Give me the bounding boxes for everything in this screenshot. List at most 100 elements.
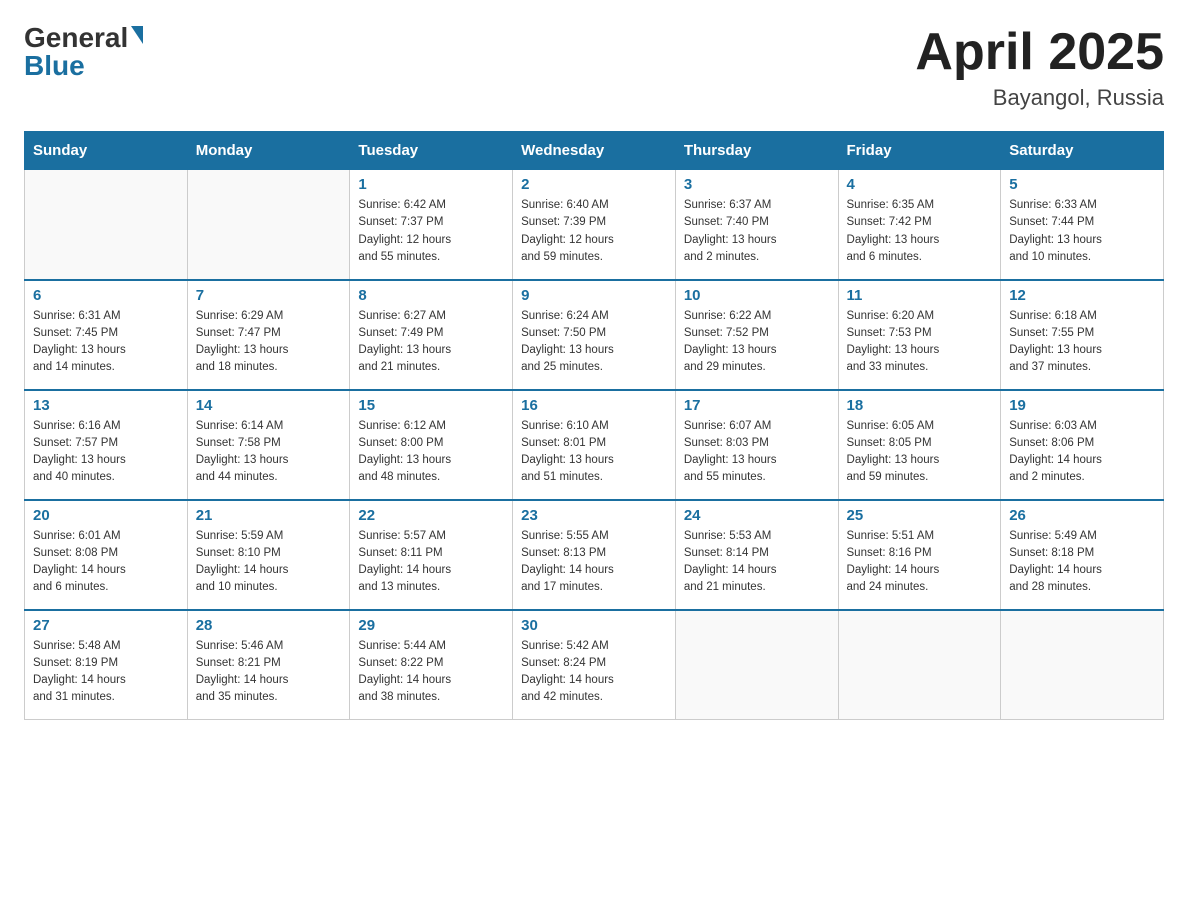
- day-number: 19: [1009, 397, 1155, 414]
- day-number: 12: [1009, 287, 1155, 304]
- calendar-cell: 8 Sunrise: 6:27 AM Sunset: 7:49 PM Daylig…: [350, 280, 513, 390]
- weekday-header-wednesday: Wednesday: [513, 132, 676, 170]
- calendar-cell: 27 Sunrise: 5:48 AM Sunset: 8:19 PM Dayli…: [25, 610, 188, 720]
- calendar-cell: 7 Sunrise: 6:29 AM Sunset: 7:47 PM Daylig…: [187, 280, 350, 390]
- day-number: 1: [358, 176, 504, 193]
- calendar-cell: 2 Sunrise: 6:40 AM Sunset: 7:39 PM Daylig…: [513, 170, 676, 280]
- day-number: 18: [847, 397, 993, 414]
- calendar-cell: [187, 170, 350, 280]
- day-info: Sunrise: 6:37 AM Sunset: 7:40 PM Dayligh…: [684, 197, 830, 266]
- calendar-cell: 25Sunrise: 5:51 AM Sunset: 8:16 PM Dayli…: [838, 500, 1001, 610]
- day-info: Sunrise: 6:42 AM Sunset: 7:37 PM Dayligh…: [358, 197, 504, 266]
- calendar-cell: 3Sunrise: 6:37 AM Sunset: 7:40 PM Daylig…: [675, 170, 838, 280]
- calendar-cell: 17 Sunrise: 6:07 AM Sunset: 8:03 PM Dayli…: [675, 390, 838, 500]
- calendar-cell: 28 Sunrise: 5:46 AM Sunset: 8:21 PM Dayli…: [187, 610, 350, 720]
- day-info: Sunrise: 6:40 AM Sunset: 7:39 PM Dayligh…: [521, 197, 667, 266]
- location-title: Bayangol, Russia: [915, 85, 1164, 111]
- day-number: 4: [847, 176, 993, 193]
- day-number: 14: [196, 397, 342, 414]
- day-info: Sunrise: 6:31 AM Sunset: 7:45 PM Dayligh…: [33, 308, 179, 377]
- day-number: 26: [1009, 507, 1155, 524]
- calendar-cell: [838, 610, 1001, 720]
- day-number: 20: [33, 507, 179, 524]
- calendar-cell: 18 Sunrise: 6:05 AM Sunset: 8:05 PM Dayli…: [838, 390, 1001, 500]
- calendar-cell: 5 Sunrise: 6:33 AM Sunset: 7:44 PM Daylig…: [1001, 170, 1164, 280]
- day-number: 25: [847, 507, 993, 524]
- day-info: Sunrise: 6:03 AM Sunset: 8:06 PM Dayligh…: [1009, 418, 1155, 487]
- calendar-cell: 22Sunrise: 5:57 AM Sunset: 8:11 PM Dayli…: [350, 500, 513, 610]
- day-number: 2: [521, 176, 667, 193]
- logo-blue-text: Blue: [24, 52, 85, 80]
- day-info: Sunrise: 6:10 AM Sunset: 8:01 PM Dayligh…: [521, 418, 667, 487]
- calendar-week-row: 20 Sunrise: 6:01 AM Sunset: 8:08 PM Dayli…: [25, 500, 1164, 610]
- day-info: Sunrise: 6:01 AM Sunset: 8:08 PM Dayligh…: [33, 528, 179, 597]
- day-info: Sunrise: 6:14 AM Sunset: 7:58 PM Dayligh…: [196, 418, 342, 487]
- day-info: Sunrise: 5:59 AM Sunset: 8:10 PM Dayligh…: [196, 528, 342, 597]
- logo: General Blue: [24, 24, 143, 80]
- weekday-header-monday: Monday: [187, 132, 350, 170]
- calendar-week-row: 27 Sunrise: 5:48 AM Sunset: 8:19 PM Dayli…: [25, 610, 1164, 720]
- calendar-cell: 11Sunrise: 6:20 AM Sunset: 7:53 PM Dayli…: [838, 280, 1001, 390]
- day-info: Sunrise: 5:48 AM Sunset: 8:19 PM Dayligh…: [33, 638, 179, 707]
- day-info: Sunrise: 6:27 AM Sunset: 7:49 PM Dayligh…: [358, 308, 504, 377]
- logo-general-text: General: [24, 24, 128, 52]
- day-info: Sunrise: 6:33 AM Sunset: 7:44 PM Dayligh…: [1009, 197, 1155, 266]
- calendar-cell: 19 Sunrise: 6:03 AM Sunset: 8:06 PM Dayli…: [1001, 390, 1164, 500]
- day-number: 21: [196, 507, 342, 524]
- calendar-cell: 9Sunrise: 6:24 AM Sunset: 7:50 PM Daylig…: [513, 280, 676, 390]
- calendar-week-row: 13Sunrise: 6:16 AM Sunset: 7:57 PM Dayli…: [25, 390, 1164, 500]
- calendar-cell: 10Sunrise: 6:22 AM Sunset: 7:52 PM Dayli…: [675, 280, 838, 390]
- month-title: April 2025: [915, 24, 1164, 81]
- day-number: 11: [847, 287, 993, 304]
- calendar-cell: 29Sunrise: 5:44 AM Sunset: 8:22 PM Dayli…: [350, 610, 513, 720]
- day-info: Sunrise: 6:12 AM Sunset: 8:00 PM Dayligh…: [358, 418, 504, 487]
- day-number: 5: [1009, 176, 1155, 193]
- day-number: 16: [521, 397, 667, 414]
- day-info: Sunrise: 6:16 AM Sunset: 7:57 PM Dayligh…: [33, 418, 179, 487]
- day-number: 10: [684, 287, 830, 304]
- day-info: Sunrise: 6:24 AM Sunset: 7:50 PM Dayligh…: [521, 308, 667, 377]
- day-number: 17: [684, 397, 830, 414]
- day-number: 22: [358, 507, 504, 524]
- calendar-cell: 21 Sunrise: 5:59 AM Sunset: 8:10 PM Dayli…: [187, 500, 350, 610]
- day-info: Sunrise: 6:05 AM Sunset: 8:05 PM Dayligh…: [847, 418, 993, 487]
- calendar-cell: 4Sunrise: 6:35 AM Sunset: 7:42 PM Daylig…: [838, 170, 1001, 280]
- day-info: Sunrise: 5:46 AM Sunset: 8:21 PM Dayligh…: [196, 638, 342, 707]
- day-number: 6: [33, 287, 179, 304]
- calendar-week-row: 1 Sunrise: 6:42 AM Sunset: 7:37 PM Daylig…: [25, 170, 1164, 280]
- calendar-cell: 23Sunrise: 5:55 AM Sunset: 8:13 PM Dayli…: [513, 500, 676, 610]
- day-number: 30: [521, 617, 667, 634]
- page-header: General Blue April 2025 Bayangol, Russia: [24, 24, 1164, 111]
- calendar-cell: 20 Sunrise: 6:01 AM Sunset: 8:08 PM Dayli…: [25, 500, 188, 610]
- calendar-cell: 30Sunrise: 5:42 AM Sunset: 8:24 PM Dayli…: [513, 610, 676, 720]
- calendar-cell: 13Sunrise: 6:16 AM Sunset: 7:57 PM Dayli…: [25, 390, 188, 500]
- calendar-cell: 1 Sunrise: 6:42 AM Sunset: 7:37 PM Daylig…: [350, 170, 513, 280]
- title-block: April 2025 Bayangol, Russia: [915, 24, 1164, 111]
- day-info: Sunrise: 5:49 AM Sunset: 8:18 PM Dayligh…: [1009, 528, 1155, 597]
- weekday-header-saturday: Saturday: [1001, 132, 1164, 170]
- calendar-cell: 24 Sunrise: 5:53 AM Sunset: 8:14 PM Dayli…: [675, 500, 838, 610]
- day-number: 27: [33, 617, 179, 634]
- calendar-cell: 16 Sunrise: 6:10 AM Sunset: 8:01 PM Dayli…: [513, 390, 676, 500]
- calendar-cell: 12 Sunrise: 6:18 AM Sunset: 7:55 PM Dayli…: [1001, 280, 1164, 390]
- day-number: 23: [521, 507, 667, 524]
- day-number: 15: [358, 397, 504, 414]
- calendar-cell: 15 Sunrise: 6:12 AM Sunset: 8:00 PM Dayli…: [350, 390, 513, 500]
- weekday-header-sunday: Sunday: [25, 132, 188, 170]
- day-number: 7: [196, 287, 342, 304]
- weekday-header-thursday: Thursday: [675, 132, 838, 170]
- day-info: Sunrise: 5:53 AM Sunset: 8:14 PM Dayligh…: [684, 528, 830, 597]
- day-number: 8: [358, 287, 504, 304]
- calendar-header-row: SundayMondayTuesdayWednesdayThursdayFrid…: [25, 132, 1164, 170]
- calendar-cell: [675, 610, 838, 720]
- day-number: 24: [684, 507, 830, 524]
- calendar-cell: 14 Sunrise: 6:14 AM Sunset: 7:58 PM Dayli…: [187, 390, 350, 500]
- day-number: 28: [196, 617, 342, 634]
- calendar-table: SundayMondayTuesdayWednesdayThursdayFrid…: [24, 131, 1164, 720]
- calendar-cell: 26 Sunrise: 5:49 AM Sunset: 8:18 PM Dayli…: [1001, 500, 1164, 610]
- day-info: Sunrise: 6:18 AM Sunset: 7:55 PM Dayligh…: [1009, 308, 1155, 377]
- weekday-header-tuesday: Tuesday: [350, 132, 513, 170]
- day-info: Sunrise: 6:29 AM Sunset: 7:47 PM Dayligh…: [196, 308, 342, 377]
- day-info: Sunrise: 6:07 AM Sunset: 8:03 PM Dayligh…: [684, 418, 830, 487]
- calendar-week-row: 6 Sunrise: 6:31 AM Sunset: 7:45 PM Daylig…: [25, 280, 1164, 390]
